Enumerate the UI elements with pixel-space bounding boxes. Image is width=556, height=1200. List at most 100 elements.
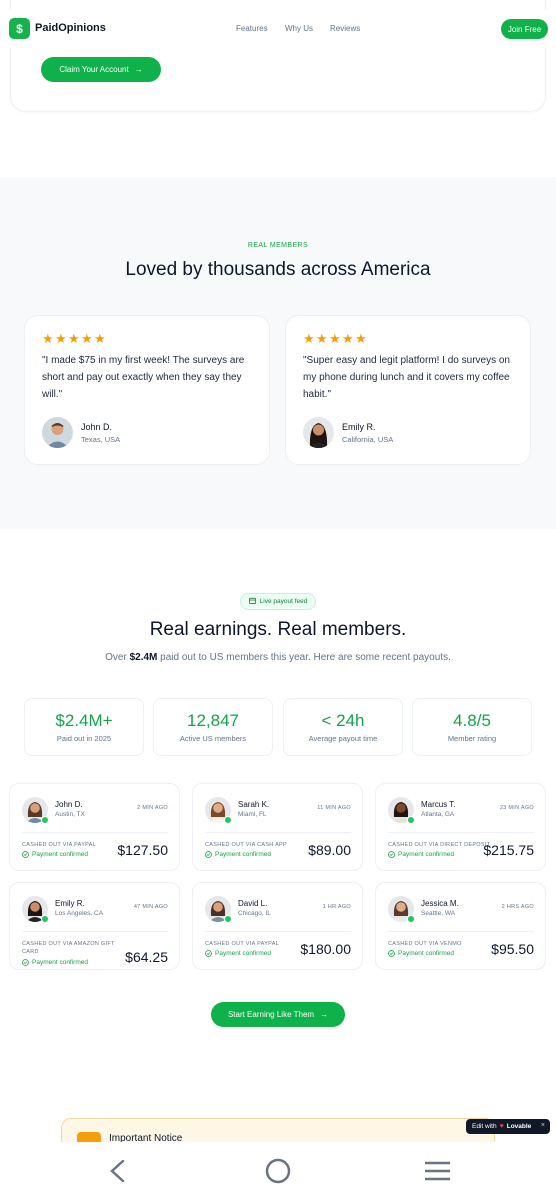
divider — [22, 832, 168, 833]
star-icon: ★ — [329, 331, 341, 346]
payment-status: Payment confirmed — [215, 851, 271, 858]
payout-city: Austin, TX — [55, 811, 85, 818]
divider — [388, 832, 534, 833]
star-rating: ★ ★ ★ ★ ★ — [303, 331, 367, 346]
navbar: $ PaidOpinions Features Why Us Reviews J… — [0, 10, 556, 48]
payment-status: Payment confirmed — [215, 950, 271, 957]
back-icon[interactable] — [108, 1160, 128, 1182]
payout-name: David L. — [238, 899, 268, 908]
payout-card: Sarah K. Miami, FL 11 MIN AGO CASHED OUT VI… — [192, 783, 363, 871]
stat-label: Paid out in 2025 — [56, 734, 112, 743]
payment-confirmed: Payment confirmed — [22, 959, 88, 966]
reviews-eyebrow: REAL MEMBERS — [247, 242, 309, 249]
nav-link-why-us[interactable]: Why Us — [285, 24, 313, 33]
payout-name: Emily R. — [55, 899, 85, 908]
lovable-brand: Lovable — [506, 1123, 532, 1130]
verified-check-icon — [41, 915, 49, 923]
reviewer-name: John D. — [81, 422, 113, 432]
home-icon[interactable] — [265, 1158, 291, 1184]
join-free-button[interactable]: Join Free — [501, 19, 548, 39]
payout-time: 23 MIN AGO — [499, 805, 534, 811]
payout-city: Chicago, IL — [238, 910, 271, 917]
payout-name: Jessica M. — [421, 899, 459, 908]
payout-amount: $215.75 — [483, 842, 534, 858]
payment-confirmed: Payment confirmed — [205, 851, 271, 858]
claim-account-button[interactable]: Claim Your Account → — [41, 57, 161, 82]
payout-time: 1 HR AGO — [322, 904, 351, 910]
payout-amount: $180.00 — [300, 941, 351, 957]
live-payout-pill: Live payout feed — [240, 593, 316, 610]
payout-method: CASHED OUT VIA PAYPAL — [205, 941, 280, 947]
lovable-badge[interactable]: Edit with ♥ Lovable × — [466, 1119, 550, 1134]
verified-check-icon — [224, 915, 232, 923]
payout-city: Los Angeles, CA — [55, 910, 104, 917]
payment-status: Payment confirmed — [398, 851, 454, 858]
review-quote: "Super easy and legit platform! I do sur… — [303, 355, 510, 400]
reviews-section: REAL MEMBERS Loved by thousands across A… — [0, 177, 556, 529]
check-circle-icon — [205, 950, 212, 957]
earnings-subtitle: Over $2.4M paid out to US members this y… — [105, 652, 451, 663]
nav-link-reviews[interactable]: Reviews — [330, 24, 360, 33]
payment-status: Payment confirmed — [398, 950, 454, 957]
dollar-logo-icon: $ — [9, 18, 30, 39]
star-icon: ★ — [303, 331, 315, 346]
star-icon: ★ — [68, 331, 80, 346]
reviewer-location: Texas, USA — [81, 435, 121, 444]
avatar — [42, 417, 73, 448]
stat-value: 4.8/5 — [453, 711, 491, 730]
start-earning-button[interactable]: Start Earning Like Them → — [211, 1002, 345, 1027]
stat-label: Average payout time — [308, 734, 378, 743]
calendar-icon — [248, 597, 256, 606]
star-icon: ★ — [342, 331, 354, 346]
payout-card: Emily R. Los Angeles, CA 47 MIN AGO CASHED … — [9, 882, 180, 970]
stat-card: 4.8/5 Member rating — [412, 698, 532, 756]
check-circle-icon — [22, 851, 29, 858]
nav-link-features[interactable]: Features — [236, 24, 268, 33]
reviewer-location: California, USA — [342, 435, 394, 444]
recents-menu-icon[interactable] — [424, 1161, 451, 1181]
payout-amount: $89.00 — [308, 842, 351, 858]
divider — [205, 931, 351, 932]
check-circle-icon — [22, 959, 29, 966]
payout-city: Miami, FL — [238, 811, 267, 818]
check-circle-icon — [205, 851, 212, 858]
stat-value: $2.4M+ — [55, 711, 113, 730]
star-rating: ★ ★ ★ ★ ★ — [42, 331, 106, 346]
verified-check-icon — [407, 816, 415, 824]
live-payout-label: Live payout feed — [259, 598, 308, 605]
review-quote: "I made $75 in my first week! The survey… — [42, 355, 245, 400]
divider — [205, 832, 351, 833]
payment-status: Payment confirmed — [32, 851, 88, 858]
earnings-title: Real earnings. Real members. — [149, 619, 407, 640]
payout-amount: $95.50 — [491, 941, 534, 957]
payout-method: CASHED OUT VIA VENMO — [388, 941, 462, 947]
close-icon[interactable]: × — [541, 1122, 545, 1129]
payout-method: CASHED OUT VIA DIRECT DEPOSIT — [388, 842, 491, 848]
brand-name[interactable]: PaidOpinions — [35, 22, 106, 34]
payment-confirmed: Payment confirmed — [388, 851, 454, 858]
payout-name: Marcus T. — [421, 800, 456, 809]
claim-label: Claim Your Account — [59, 65, 129, 74]
star-icon: ★ — [81, 331, 93, 346]
stat-value: 12,847 — [187, 711, 239, 730]
stat-value: < 24h — [321, 711, 365, 730]
payout-card: John D. Austin, TX 2 MIN AGO CASHED OUT VIA… — [9, 783, 180, 871]
payout-card: Jessica M. Seattle, WA 2 HRS AGO CASHED OUT… — [375, 882, 546, 970]
payout-time: 2 MIN AGO — [137, 805, 168, 811]
verified-check-icon — [224, 816, 232, 824]
payout-card: David L. Chicago, IL 1 HR AGO CASHED OUT VI… — [192, 882, 363, 970]
review-card: ★ ★ ★ ★ ★ "I made $75 in my first week! The … — [24, 315, 270, 465]
reviews-title: Loved by thousands across America — [125, 259, 431, 280]
lovable-heart-icon: ♥ — [499, 1123, 504, 1130]
check-circle-icon — [388, 950, 395, 957]
verified-check-icon — [407, 915, 415, 923]
payout-method: CASHED OUT VIA PAYPAL — [22, 842, 97, 848]
start-earning-label: Start Earning Like Them — [227, 1010, 315, 1019]
payout-name: Sarah K. — [238, 800, 270, 809]
star-icon: ★ — [316, 331, 328, 346]
verified-check-icon — [41, 816, 49, 824]
system-nav-bar — [0, 1142, 556, 1200]
payout-city: Atlanta, GA — [421, 811, 455, 818]
payout-name: John D. — [55, 800, 83, 809]
divider — [22, 931, 168, 932]
